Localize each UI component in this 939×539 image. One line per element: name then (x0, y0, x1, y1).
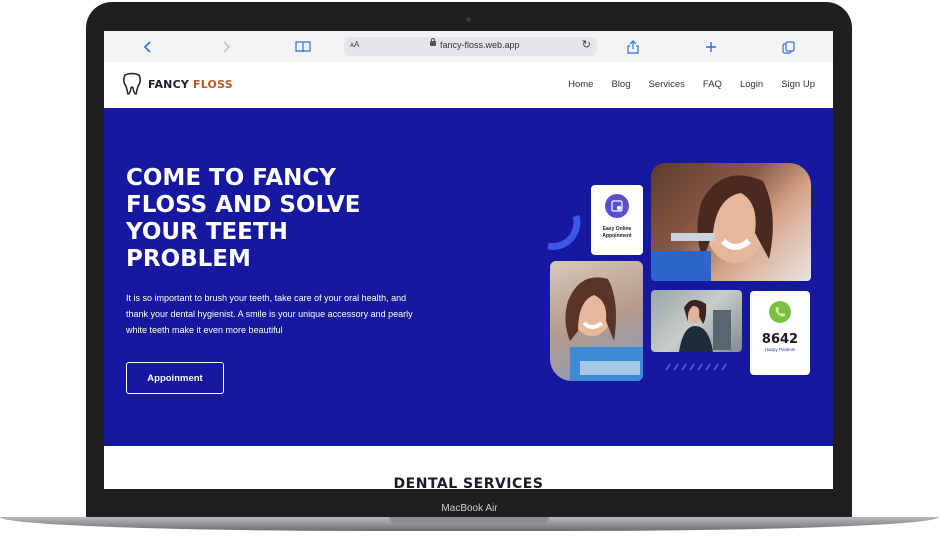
share-icon[interactable] (622, 36, 644, 58)
site-logo[interactable]: FANCY FLOSS (120, 72, 233, 96)
screen: ᴀA fancy-floss.web.app ↻ FANCY FLOSS Hom… (104, 31, 833, 489)
back-icon[interactable] (137, 36, 159, 58)
url-text: fancy-floss.web.app (440, 40, 520, 50)
dental-services-section: DENTAL SERVICES (104, 446, 833, 489)
tooth-icon (122, 72, 142, 95)
hero-title: COME TO FANCY FLOSS AND SOLVE YOUR TEETH… (126, 165, 361, 272)
online-card-line2: Appoinment (602, 233, 632, 239)
camera-icon (466, 17, 471, 22)
site-navbar: FANCY FLOSS Home Blog Services FAQ Login… (104, 62, 833, 108)
happy-patients-label: Happy Patients (764, 347, 796, 352)
reload-icon[interactable]: ↻ (582, 38, 591, 51)
plus-icon[interactable] (700, 36, 722, 58)
logo-text-floss: FLOSS (193, 77, 233, 91)
decorative-slashes-icon (665, 363, 727, 371)
calendar-icon (605, 194, 629, 218)
text-size-button[interactable]: ᴀA (350, 40, 359, 49)
address-bar[interactable]: ᴀA fancy-floss.web.app ↻ (344, 37, 597, 56)
decorative-arc-icon (547, 215, 581, 250)
nav-links: Home Blog Services FAQ Login Sign Up (568, 79, 815, 90)
patient-photo-large (651, 163, 811, 281)
online-appointment-card[interactable]: Easy Online Appoinment (591, 185, 643, 255)
hero-description: It is so important to brush your teeth, … (126, 293, 413, 335)
section-title: DENTAL SERVICES (393, 476, 544, 489)
logo-text-fancy: FANCY (148, 77, 190, 91)
phone-icon (769, 301, 791, 323)
happy-patients-card: 8642 Happy Patients (750, 291, 810, 375)
device-model-label: MacBook Air (441, 503, 498, 514)
tabs-icon[interactable] (777, 36, 799, 58)
hero-section: COME TO FANCY FLOSS AND SOLVE YOUR TEETH… (104, 108, 833, 446)
online-card-line1: Easy Online (602, 226, 632, 232)
forward-icon[interactable] (215, 36, 237, 58)
nav-faq[interactable]: FAQ (703, 79, 722, 90)
patient-photo-left (550, 261, 643, 381)
book-icon[interactable] (292, 36, 314, 58)
patient-photo-small (651, 290, 742, 352)
browser-toolbar: ᴀA fancy-floss.web.app ↻ (104, 31, 833, 63)
nav-signup[interactable]: Sign Up (781, 79, 815, 90)
nav-login[interactable]: Login (740, 79, 763, 90)
nav-blog[interactable]: Blog (611, 79, 630, 90)
laptop-notch (389, 517, 549, 523)
nav-home[interactable]: Home (568, 79, 593, 90)
happy-patients-count: 8642 (761, 332, 799, 347)
nav-services[interactable]: Services (648, 79, 684, 90)
appointment-button[interactable]: Appoinment (126, 362, 224, 394)
lock-icon (430, 38, 436, 46)
